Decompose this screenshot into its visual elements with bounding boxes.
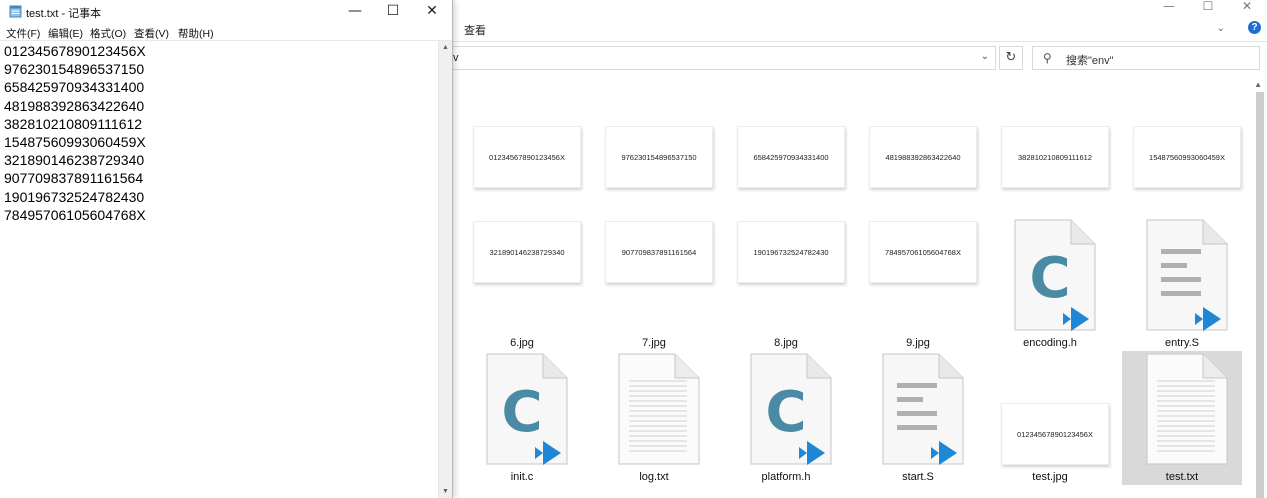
- scroll-up-arrow-icon[interactable]: ▲: [1254, 80, 1262, 89]
- thumbnail-text: 01234567890123456X: [489, 152, 565, 162]
- file-name: 8.jpg: [774, 337, 798, 349]
- text-line: 976230154896537150: [4, 61, 145, 78]
- image-thumbnail: 907709837891161564: [605, 221, 713, 283]
- text-file-icon: [618, 353, 700, 465]
- file-name: log.txt: [639, 471, 669, 483]
- menu-help[interactable]: 帮助(H): [178, 26, 214, 41]
- text-line: 01234567890123456X: [4, 43, 146, 59]
- chevron-down-icon[interactable]: ⌄: [981, 51, 989, 62]
- ribbon-tab-view[interactable]: 查看: [464, 22, 486, 38]
- file-name: encoding.h: [1023, 337, 1077, 349]
- search-input[interactable]: ⚲ 搜索"env": [1032, 46, 1260, 70]
- explorer-minimize-button[interactable]: —: [1149, 0, 1189, 14]
- notepad-vertical-scrollbar[interactable]: ▲ ▼: [438, 41, 452, 498]
- thumbnail-text: 78495706105604768X: [885, 247, 961, 257]
- file-item[interactable]: test.txt: [1122, 351, 1242, 485]
- text-line: 78495706105604768X: [4, 206, 146, 223]
- thumbnail-text: 907709837891161564: [621, 247, 697, 257]
- c-file-icon: C: [1014, 219, 1096, 331]
- file-item[interactable]: entry.S: [1122, 217, 1242, 351]
- image-thumbnail: 976230154896537150: [605, 126, 713, 188]
- svg-text:C: C: [765, 380, 806, 445]
- notepad-minimize-button[interactable]: —: [335, 0, 375, 23]
- file-name: 9.jpg: [906, 337, 930, 349]
- explorer-maximize-button[interactable]: ☐: [1188, 0, 1228, 14]
- svg-text:C: C: [501, 380, 542, 445]
- image-thumbnail: 382810210809111612: [1001, 126, 1109, 188]
- notepad-maximize-button[interactable]: ☐: [373, 0, 413, 23]
- c-file-icon: C: [486, 353, 568, 465]
- notepad-window: test.txt - 记事本 — ☐ ✕ 文件(F) 编辑(E) 格式(O) 查…: [0, 0, 453, 498]
- text-line: 382810210809111612: [4, 115, 143, 132]
- image-thumbnail: 78495706105604768X: [869, 221, 977, 283]
- image-thumbnail: 15487560993060459X: [1133, 126, 1241, 188]
- address-text: v: [453, 52, 459, 64]
- file-name: 7.jpg: [642, 337, 666, 349]
- search-placeholder: 搜索"env": [1066, 55, 1114, 67]
- c-file-icon: C: [750, 353, 832, 465]
- image-thumbnail: 481988392863422640: [869, 126, 977, 188]
- file-name: 6.jpg: [510, 337, 534, 349]
- file-item[interactable]: log.txt: [594, 351, 714, 485]
- image-thumbnail: 190196732524782430: [737, 221, 845, 283]
- file-name: test.jpg: [1032, 471, 1068, 483]
- thumbnail-text: 481988392863422640: [885, 152, 961, 162]
- thumbnail-text: 321890146238729340: [489, 247, 565, 257]
- file-item[interactable]: Cinit.c: [462, 351, 582, 485]
- notepad-text-area[interactable]: 01234567890123456X 976230154896537150 6584…: [0, 42, 438, 498]
- explorer-close-button[interactable]: ✕: [1227, 0, 1267, 14]
- image-thumbnail: 658425970934331400: [737, 126, 845, 188]
- file-name: init.c: [510, 471, 534, 483]
- thumbnail-text: 01234567890123456X: [1017, 429, 1093, 439]
- text-line: 15487560993060459X: [4, 133, 146, 150]
- menu-file[interactable]: 文件(F): [6, 26, 40, 41]
- text-line: 481988392863422640: [4, 97, 145, 114]
- scroll-down-arrow-icon[interactable]: ▼: [442, 488, 449, 495]
- svg-text:C: C: [1029, 246, 1070, 311]
- file-item[interactable]: start.S: [858, 351, 978, 485]
- notepad-title: test.txt - 记事本: [26, 8, 102, 20]
- menu-format[interactable]: 格式(O): [90, 26, 126, 41]
- text-file-icon: [1146, 353, 1228, 465]
- thumbnail-text: 382810210809111612: [1018, 152, 1092, 162]
- file-item[interactable]: 907709837891161564 7.jpg: [594, 217, 714, 351]
- file-item[interactable]: Cplatform.h: [726, 351, 846, 485]
- notepad-icon: [9, 5, 22, 18]
- image-thumbnail: 01234567890123456X: [473, 126, 581, 188]
- thumbnail-text: 190196732524782430: [753, 247, 829, 257]
- ribbon-expand-icon[interactable]: ⌄: [1217, 23, 1225, 34]
- image-thumbnail: 321890146238729340: [473, 221, 581, 283]
- file-item[interactable]: 78495706105604768X 9.jpg: [858, 217, 978, 351]
- asm-file-icon: [1146, 219, 1228, 331]
- address-bar[interactable]: v ⌄: [440, 46, 996, 70]
- text-line: 321890146238729340: [4, 152, 145, 169]
- refresh-icon: ↻: [1005, 50, 1017, 65]
- menu-edit[interactable]: 编辑(E): [48, 26, 83, 41]
- file-item[interactable]: Cencoding.h: [990, 217, 1110, 351]
- file-name: entry.S: [1164, 337, 1200, 349]
- text-line: 907709837891161564: [4, 170, 144, 187]
- file-item[interactable]: 321890146238729340 6.jpg: [462, 217, 582, 351]
- help-icon[interactable]: ?: [1248, 21, 1261, 34]
- file-name: start.S: [902, 471, 934, 483]
- thumbnail-text: 658425970934331400: [753, 152, 829, 162]
- text-line: 658425970934331400: [4, 79, 145, 96]
- file-item[interactable]: 01234567890123456X test.jpg: [990, 351, 1110, 485]
- refresh-button[interactable]: ↻: [999, 46, 1023, 70]
- notepad-menu-bar: 文件(F) 编辑(E) 格式(O) 查看(V) 帮助(H): [0, 23, 452, 41]
- text-line: 190196732524782430: [4, 188, 145, 205]
- menu-view[interactable]: 查看(V): [134, 26, 169, 41]
- notepad-close-button[interactable]: ✕: [412, 0, 452, 23]
- thumbnail-text: 15487560993060459X: [1149, 152, 1225, 162]
- scroll-up-arrow-icon[interactable]: ▲: [442, 44, 449, 51]
- vertical-scrollbar-thumb[interactable]: [1256, 92, 1264, 498]
- asm-file-icon: [882, 353, 964, 465]
- file-item[interactable]: 190196732524782430 8.jpg: [726, 217, 846, 351]
- file-name: platform.h: [761, 471, 811, 483]
- search-icon: ⚲: [1043, 51, 1052, 65]
- image-thumbnail: 01234567890123456X: [1001, 403, 1109, 465]
- file-name: test.txt: [1165, 471, 1199, 483]
- thumbnail-text: 976230154896537150: [621, 152, 697, 162]
- notepad-title-bar[interactable]: test.txt - 记事本 — ☐ ✕: [0, 0, 452, 23]
